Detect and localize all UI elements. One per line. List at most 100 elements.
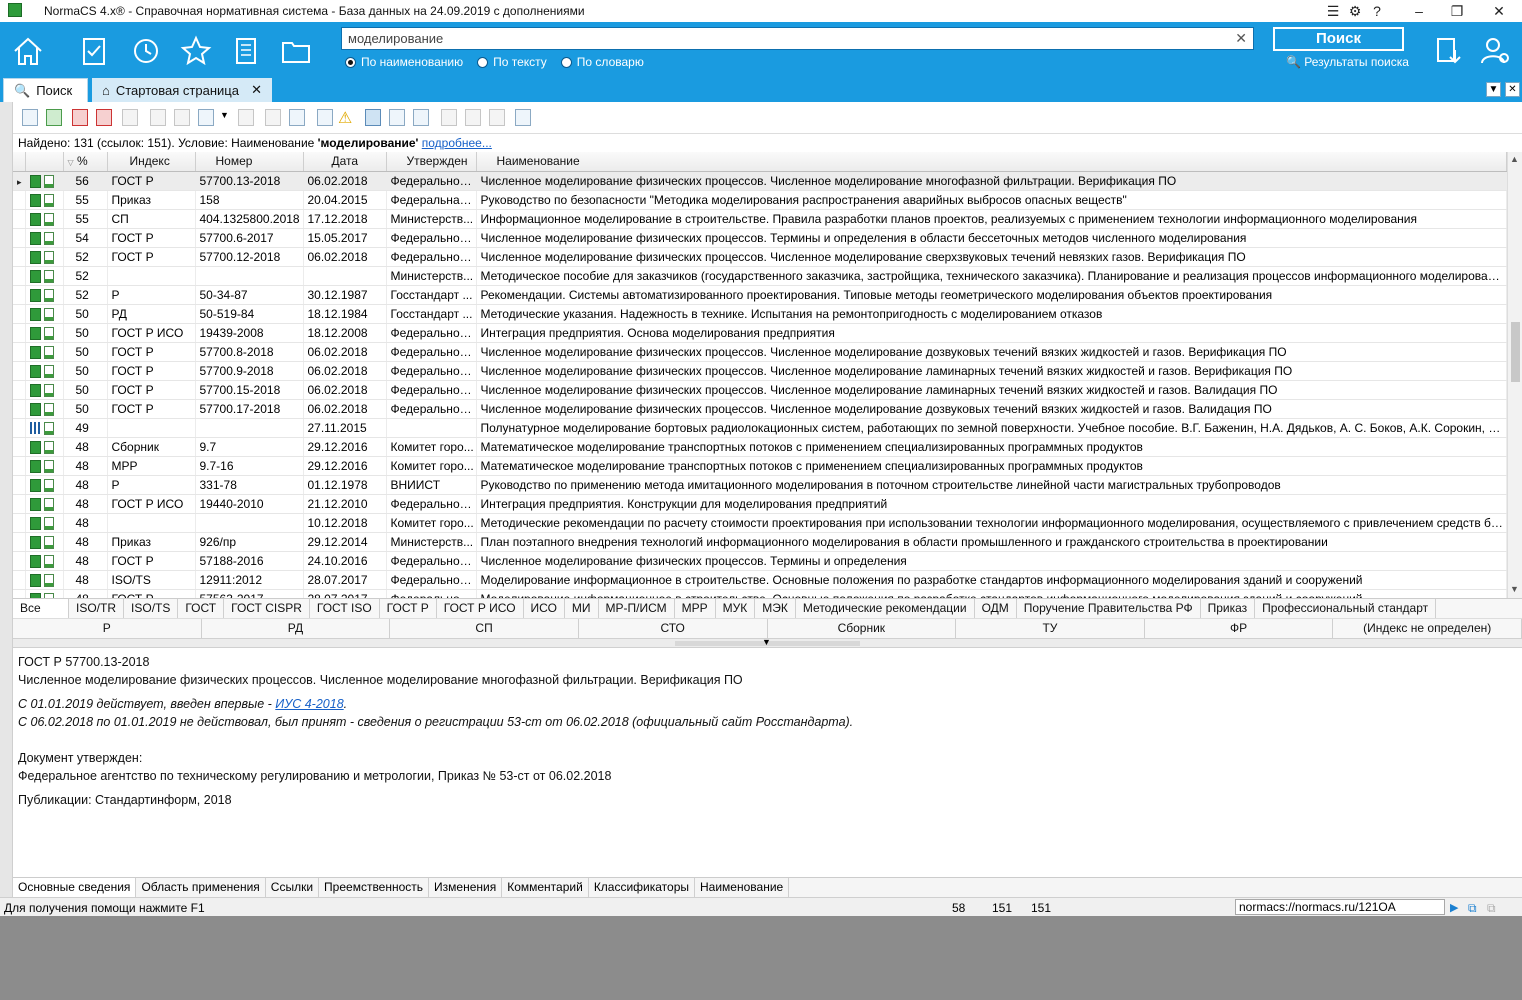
column-header-name[interactable]: Наименование xyxy=(476,152,1507,172)
grid-view-2-icon[interactable] xyxy=(465,109,481,126)
paste-icon[interactable] xyxy=(174,109,190,126)
column-header[interactable] xyxy=(13,152,26,172)
detail-tab[interactable]: Наименование xyxy=(695,878,790,897)
document-view-icon[interactable] xyxy=(413,109,429,126)
list-view-icon[interactable] xyxy=(365,109,381,126)
tab-search[interactable]: 🔍 Поиск xyxy=(3,78,88,102)
category-tab[interactable]: МИ xyxy=(565,599,599,619)
help-icon[interactable]: ? xyxy=(1366,1,1388,21)
settings-icon[interactable]: ⚙ xyxy=(1344,1,1366,21)
category-tab[interactable]: СП xyxy=(390,619,579,639)
maximize-button[interactable]: ❐ xyxy=(1446,1,1468,21)
dropdown-arrow-icon[interactable]: ▼ xyxy=(220,110,229,120)
vertical-scrollbar[interactable]: ▲ ▼ xyxy=(1507,152,1522,598)
document-url-field[interactable]: normacs://normacs.ru/121OA xyxy=(1235,899,1445,915)
category-tab[interactable]: ИСО xyxy=(524,599,565,619)
category-tab[interactable]: Все xyxy=(13,599,69,619)
go-icon[interactable]: ▶ xyxy=(1450,901,1458,914)
table-row[interactable]: 50 ГОСТ Р 57700.15-2018 06.02.2018 Федеральн… xyxy=(13,380,1507,400)
copy-link-icon[interactable]: ⧉ xyxy=(1468,901,1477,916)
table-row[interactable]: 52 Р 50-34-87 30.12.1987 Госстандарт ... Реко… xyxy=(13,285,1507,305)
category-tab[interactable]: МЭК xyxy=(755,599,796,619)
close-tab-icon[interactable]: ✕ xyxy=(251,82,262,98)
panel-splitter[interactable]: ▼ xyxy=(13,637,1522,648)
category-tab[interactable]: ТУ xyxy=(956,619,1145,639)
tree-icon[interactable] xyxy=(317,109,333,126)
detail-tab[interactable]: Основные сведения xyxy=(13,878,137,897)
minimize-button[interactable]: – xyxy=(1408,1,1430,21)
detail-tab[interactable]: Комментарий xyxy=(502,878,589,897)
table-row[interactable]: 50 ГОСТ Р 57700.9-2018 06.02.2018 Федерально… xyxy=(13,361,1507,381)
radio-by-text[interactable]: По тексту xyxy=(477,55,547,69)
scroll-down-icon[interactable]: ▼ xyxy=(1510,584,1519,594)
search-input[interactable] xyxy=(342,28,1222,49)
column-header-percent[interactable]: ▽ % xyxy=(63,152,108,172)
history-icon[interactable] xyxy=(129,34,163,68)
save-icon[interactable] xyxy=(122,109,138,126)
tab-start-page[interactable]: ⌂ Стартовая страница ✕ xyxy=(92,78,272,102)
export-pdf-icon[interactable] xyxy=(72,109,88,126)
home-icon[interactable] xyxy=(11,34,45,68)
checklist-icon[interactable] xyxy=(77,34,111,68)
column-header[interactable] xyxy=(25,152,64,172)
more-details-link[interactable]: подробнее... xyxy=(422,136,492,150)
table-row[interactable]: 48 ГОСТ Р 57188-2016 24.10.2016 Федеральное.… xyxy=(13,551,1507,571)
bus-icon[interactable] xyxy=(289,109,305,126)
grid-view-icon[interactable] xyxy=(441,109,457,126)
table-row[interactable]: 50 ГОСТ Р ИСО 19439-2008 18.12.2008 Федераль… xyxy=(13,323,1507,343)
category-tab[interactable]: (Индекс не определен) xyxy=(1333,619,1522,639)
table-row[interactable]: 48 Сборник 9.7 29.12.2016 Комитет горо... Мат… xyxy=(13,437,1507,457)
category-tab[interactable]: Р xyxy=(13,619,202,639)
table-row[interactable]: 48 ISO/TS 12911:2012 28.07.2017 Федеральное.… xyxy=(13,570,1507,590)
table-row[interactable]: 52 Министерств... Методическое пособие для… xyxy=(13,266,1507,286)
category-tab[interactable]: ISO/TR xyxy=(69,599,125,619)
table-row[interactable]: 52 ГОСТ Р 57700.12-2018 06.02.2018 Федеральн… xyxy=(13,247,1507,267)
category-tab[interactable]: ГОСТ CISPR xyxy=(224,599,310,619)
search-button[interactable]: Поиск xyxy=(1273,27,1404,51)
collapse-arrow-icon[interactable]: ▼ xyxy=(762,637,771,647)
check-icon[interactable] xyxy=(265,109,281,126)
table-row[interactable]: 49 27.11.2015 Полунатурное моделирование б… xyxy=(13,418,1507,438)
menu-icon[interactable]: ☰ xyxy=(1322,1,1344,21)
table-row[interactable]: 50 РД 50-519-84 18.12.1984 Госстандарт ... Ме… xyxy=(13,304,1507,324)
column-header-index[interactable]: Индекс xyxy=(107,152,196,172)
search-results-link[interactable]: 🔍 Результаты поиска xyxy=(1286,55,1409,69)
category-tab[interactable]: МР-П/ИСМ xyxy=(599,599,675,619)
table-row[interactable]: 50 ГОСТ Р 57700.8-2018 06.02.2018 Федерально… xyxy=(13,342,1507,362)
detail-tab[interactable]: Классификаторы xyxy=(589,878,696,897)
detail-tab[interactable]: Преемственность xyxy=(319,878,430,897)
folder-icon[interactable] xyxy=(279,34,313,68)
tab-list-dropdown-icon[interactable]: ▼ xyxy=(1486,82,1501,97)
copy-icon[interactable] xyxy=(150,109,166,126)
paste-link-icon[interactable]: ⧉ xyxy=(1487,901,1496,916)
ius-link[interactable]: ИУС 4-2018 xyxy=(275,697,343,711)
table-row[interactable]: 48 10.12.2018 Комитет горо... Методические … xyxy=(13,513,1507,533)
detail-tab[interactable]: Изменения xyxy=(429,878,503,897)
table-row[interactable]: 48 МРР 9.7-16 29.12.2016 Комитет горо... Мате… xyxy=(13,456,1507,476)
category-tab[interactable]: Профессиональный стандарт xyxy=(1255,599,1437,619)
download-document-icon[interactable] xyxy=(1431,34,1465,68)
detail-tab[interactable]: Ссылки xyxy=(266,878,320,897)
grid-view-3-icon[interactable] xyxy=(489,109,505,126)
table-row[interactable]: 48 Р 331-78 01.12.1978 ВНИИСТ Руководство по … xyxy=(13,475,1507,495)
add-to-folder-icon[interactable] xyxy=(198,109,214,126)
category-tab[interactable]: ISO/TS xyxy=(124,599,179,619)
clear-search-icon[interactable]: ✕ xyxy=(1235,30,1247,47)
category-tab[interactable]: ГОСТ Р xyxy=(380,599,437,619)
radio-by-dictionary[interactable]: По словарю xyxy=(560,55,644,69)
category-tab[interactable]: ГОСТ xyxy=(178,599,225,619)
table-view-icon[interactable] xyxy=(389,109,405,126)
category-tab[interactable]: ГОСТ Р ИСО xyxy=(437,599,524,619)
favorites-icon[interactable] xyxy=(179,34,213,68)
document-icon[interactable] xyxy=(229,34,263,68)
table-row[interactable]: 48ГОСТ Р57563-201728.07.2017Федеральное.… xyxy=(13,589,1507,598)
category-tab[interactable]: РД xyxy=(202,619,391,639)
table-row[interactable]: 50 ГОСТ Р 57700.17-2018 06.02.2018 Федеральн… xyxy=(13,399,1507,419)
category-tab[interactable]: ФР xyxy=(1145,619,1334,639)
category-tab[interactable]: Методические рекомендации xyxy=(796,599,975,619)
scrollbar-thumb[interactable] xyxy=(1511,322,1520,382)
column-header-approved[interactable]: Утвержден xyxy=(386,152,477,172)
export-icon[interactable] xyxy=(46,109,62,126)
category-tab[interactable]: МУК xyxy=(716,599,756,619)
detail-tab[interactable]: Область применения xyxy=(136,878,266,897)
